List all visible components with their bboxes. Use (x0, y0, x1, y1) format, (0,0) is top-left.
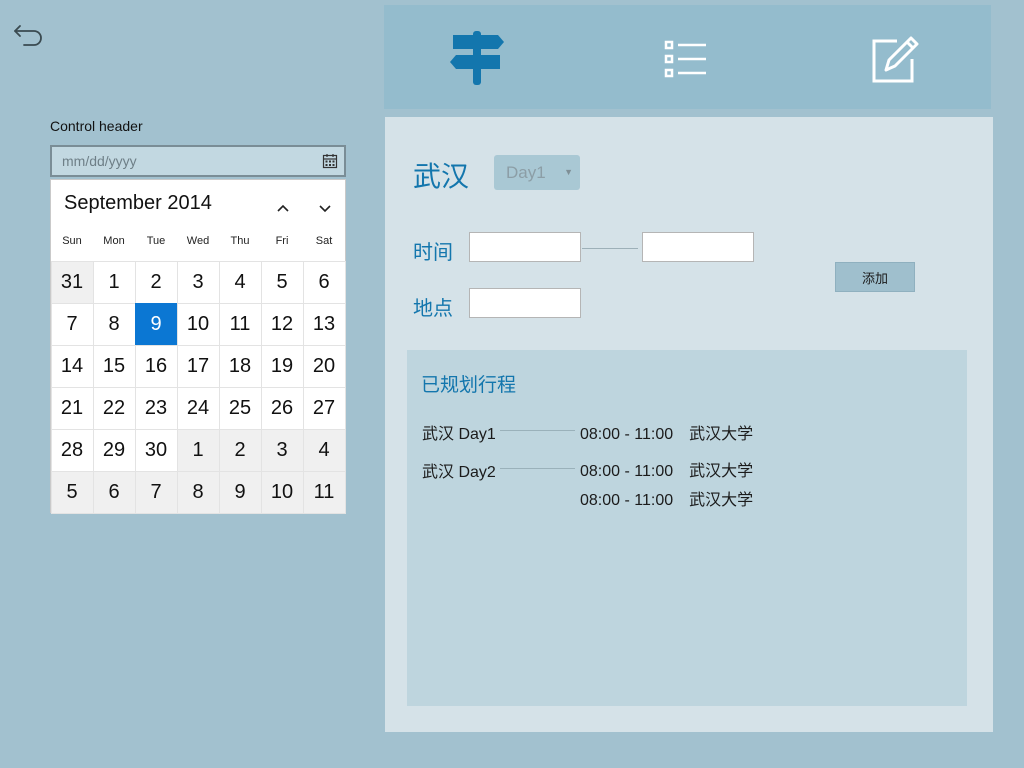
date-picker-header: Control header (50, 118, 143, 134)
date-input-placeholder: mm/dd/yyyy (62, 153, 137, 169)
calendar-day[interactable]: 10 (176, 302, 220, 346)
end-time-input[interactable] (642, 232, 754, 262)
calendar-day[interactable]: 13 (302, 302, 346, 346)
signpost-icon[interactable] (448, 29, 506, 87)
segment-place: 武汉大学 (689, 426, 754, 443)
trip-segment: 08:00 - 11:00 武汉大学 (580, 457, 753, 481)
calendar-day[interactable]: 10 (260, 470, 304, 514)
segment-time: 08:00 - 11:00 (580, 492, 674, 509)
calendar-day[interactable]: 4 (218, 260, 262, 304)
chevron-up-icon[interactable] (273, 198, 293, 218)
calendar-flyout: September 2014 Sun Mon Tue Wed Thu Fri S… (50, 179, 346, 514)
weekday-label: Fri (275, 235, 289, 247)
calendar-icon[interactable] (322, 153, 338, 169)
calendar-day[interactable]: 18 (218, 344, 262, 388)
trip-segment: 08:00 - 11:00 武汉大学 (580, 420, 753, 444)
calendar-day[interactable]: 2 (218, 428, 262, 472)
calendar-day[interactable]: 25 (218, 386, 262, 430)
calendar-header: September 2014 (51, 180, 345, 230)
calendar-day[interactable]: 29 (92, 428, 136, 472)
calendar-day[interactable]: 27 (302, 386, 346, 430)
planner-panel: 武汉 Day1 ▼ 时间 地点 添加 已规划行程 武汉 Day1 08:00 -… (385, 117, 993, 732)
calendar-day[interactable]: 16 (134, 344, 178, 388)
day-grid: 31 1 2 3 4 5 6 7 8 9 10 11 12 13 14 15 16 17 18 19 20 21 22 23 2… (50, 260, 346, 514)
trip-connector (500, 468, 575, 469)
calendar-month-label[interactable]: September 2014 (64, 192, 212, 215)
chevron-down-icon[interactable] (315, 198, 335, 218)
weekday-label: Sat (315, 235, 333, 247)
calendar-day[interactable]: 9 (218, 470, 262, 514)
calendar-day[interactable]: 1 (92, 260, 136, 304)
planned-itinerary: 已规划行程 武汉 Day1 08:00 - 11:00 武汉大学 武汉 Day2 … (407, 350, 967, 706)
calendar-day[interactable]: 5 (50, 470, 94, 514)
calendar-day[interactable]: 11 (302, 470, 346, 514)
calendar-day[interactable]: 7 (134, 470, 178, 514)
city-title: 武汉 (413, 161, 470, 192)
segment-place: 武汉大学 (689, 463, 754, 480)
calendar-day[interactable]: 28 (50, 428, 94, 472)
weekday-label: Wed (186, 235, 210, 247)
time-label: 时间 (413, 242, 453, 264)
start-time-input[interactable] (469, 232, 581, 262)
weekday-label: Tue (146, 235, 166, 247)
dropdown-caret-icon: ▼ (564, 167, 573, 177)
day-dropdown[interactable]: Day1 ▼ (494, 155, 580, 190)
add-button[interactable]: 添加 (835, 262, 915, 292)
calendar-day[interactable]: 8 (92, 302, 136, 346)
calendar-day[interactable]: 6 (302, 260, 346, 304)
calendar-day[interactable]: 30 (134, 428, 178, 472)
segment-place: 武汉大学 (689, 492, 754, 509)
calendar-day[interactable]: 22 (92, 386, 136, 430)
trip-label: 武汉 Day2 (422, 464, 496, 481)
calendar-day-selected[interactable]: 9 (134, 302, 178, 346)
back-button[interactable] (12, 22, 46, 48)
calendar-day[interactable]: 2 (134, 260, 178, 304)
weekday-label: Thu (230, 235, 250, 247)
calendar-day[interactable]: 3 (260, 428, 304, 472)
calendar-day[interactable]: 26 (260, 386, 304, 430)
calendar-day[interactable]: 19 (260, 344, 304, 388)
trip-label: 武汉 Day1 (422, 426, 496, 443)
calendar-day[interactable]: 31 (50, 260, 94, 304)
place-label: 地点 (413, 298, 453, 320)
calendar-day[interactable]: 8 (176, 470, 220, 514)
weekday-header: Sun Mon Tue Wed Thu Fri Sat (51, 235, 345, 255)
segment-time: 08:00 - 11:00 (580, 463, 674, 480)
top-toolbar (384, 5, 991, 109)
segment-time: 08:00 - 11:00 (580, 426, 674, 443)
calendar-day[interactable]: 23 (134, 386, 178, 430)
calendar-day[interactable]: 20 (302, 344, 346, 388)
weekday-label: Mon (103, 235, 125, 247)
trip-segment: 08:00 - 11:00 武汉大学 (580, 486, 753, 510)
calendar-day[interactable]: 5 (260, 260, 304, 304)
calendar-day[interactable]: 24 (176, 386, 220, 430)
calendar-day[interactable]: 21 (50, 386, 94, 430)
time-range-divider (582, 248, 638, 249)
calendar-day[interactable]: 15 (92, 344, 136, 388)
planned-title: 已规划行程 (421, 375, 517, 396)
calendar-day[interactable]: 4 (302, 428, 346, 472)
calendar-day[interactable]: 14 (50, 344, 94, 388)
calendar-day[interactable]: 3 (176, 260, 220, 304)
back-arrow-icon (14, 25, 42, 46)
list-icon[interactable] (664, 40, 708, 80)
calendar-day[interactable]: 12 (260, 302, 304, 346)
calendar-day[interactable]: 6 (92, 470, 136, 514)
day-dropdown-value: Day1 (506, 162, 546, 182)
trip-connector (500, 430, 575, 431)
edit-icon[interactable] (871, 32, 921, 84)
place-input[interactable] (469, 288, 581, 318)
calendar-day[interactable]: 7 (50, 302, 94, 346)
date-input[interactable]: mm/dd/yyyy (50, 145, 346, 177)
calendar-day[interactable]: 17 (176, 344, 220, 388)
calendar-day[interactable]: 11 (218, 302, 262, 346)
calendar-day[interactable]: 1 (176, 428, 220, 472)
weekday-label: Sun (62, 235, 82, 247)
